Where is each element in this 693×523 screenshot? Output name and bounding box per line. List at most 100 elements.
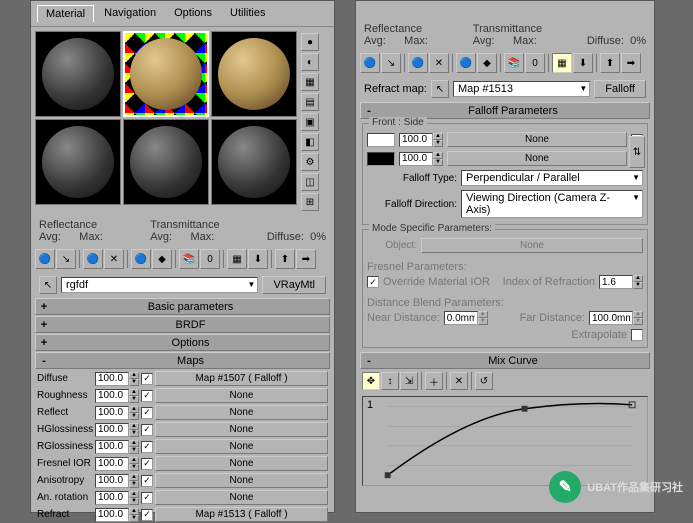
show-end-result-icon[interactable]: ⬇	[248, 249, 268, 269]
put-to-library-icon-r[interactable]: 📚	[504, 53, 524, 73]
uv-tiling-icon[interactable]: ▤	[301, 93, 319, 111]
make-copy-icon[interactable]: 🔵	[131, 249, 151, 269]
map-amount-spinner[interactable]: ▲▼	[95, 474, 139, 488]
material-id-icon[interactable]: 0	[200, 249, 220, 269]
reset-icon[interactable]: ✕	[104, 249, 124, 269]
tab-options[interactable]: Options	[166, 5, 220, 22]
map-slot-button[interactable]: None	[155, 490, 328, 505]
refract-map-dropdown[interactable]: Map #1513	[453, 81, 590, 97]
swatch-2[interactable]	[123, 31, 209, 117]
assign-icon[interactable]: 🔵	[83, 249, 103, 269]
map-enable-checkbox[interactable]: ✓	[141, 475, 153, 487]
tab-utilities[interactable]: Utilities	[222, 5, 273, 22]
preview-icon[interactable]: ◧	[301, 133, 319, 151]
material-name-dropdown[interactable]: rgfdf	[61, 277, 258, 293]
tab-material[interactable]: Material	[37, 5, 94, 22]
swap-icon[interactable]: ⇅	[629, 136, 645, 168]
map-slot-button[interactable]: None	[155, 456, 328, 471]
override-ior-checkbox[interactable]: ✓	[367, 276, 379, 288]
get-material-icon[interactable]: 🔵	[35, 249, 55, 269]
map-amount-spinner[interactable]: ▲▼	[95, 389, 139, 403]
move-icon[interactable]: ✥	[362, 372, 380, 390]
map-enable-checkbox[interactable]: ✓	[141, 424, 153, 436]
show-in-viewport-icon-r[interactable]: ▦	[552, 53, 572, 73]
amount-spinner[interactable]: ▲▼	[399, 152, 443, 166]
map-amount-spinner[interactable]: ▲▼	[95, 457, 139, 471]
swatch-3[interactable]	[211, 31, 297, 117]
map-slot-button[interactable]: None	[155, 439, 328, 454]
map-amount-spinner[interactable]: ▲▼	[95, 491, 139, 505]
front-side-row-1: ▲▼ None ✓	[367, 149, 643, 168]
falloff-type-button[interactable]: Falloff	[594, 80, 646, 98]
map-amount-spinner[interactable]: ▲▼	[95, 508, 139, 522]
video-check-icon[interactable]: ▣	[301, 113, 319, 131]
go-forward-icon-r[interactable]: ➡	[621, 53, 641, 73]
rollout-mix-curve[interactable]: -Mix Curve	[360, 352, 650, 369]
reset-curve-icon[interactable]: ↺	[475, 372, 493, 390]
background-icon[interactable]: ▦	[301, 73, 319, 91]
ior-spinner[interactable]: ▲▼	[599, 275, 643, 289]
map-slot-button[interactable]: None	[155, 405, 328, 420]
map-slot-button[interactable]: None	[155, 473, 328, 488]
swatch-1[interactable]	[35, 31, 121, 117]
reset-icon-r[interactable]: ✕	[429, 53, 449, 73]
map-slot-button[interactable]: Map #1507 ( Falloff )	[155, 371, 328, 386]
map-enable-checkbox[interactable]: ✓	[141, 373, 153, 385]
map-slot-button[interactable]: None	[447, 132, 627, 147]
map-amount-spinner[interactable]: ▲▼	[95, 372, 139, 386]
map-enable-checkbox[interactable]: ✓	[141, 492, 153, 504]
material-type-button[interactable]: VRayMtl	[262, 276, 326, 294]
show-end-result-icon-r[interactable]: ⬇	[573, 53, 593, 73]
swatch-4[interactable]	[35, 119, 121, 205]
mat-map-nav-icon[interactable]: ⊞	[301, 193, 319, 211]
pick-icon-r[interactable]: ↖	[431, 80, 449, 98]
map-slot-button[interactable]: None	[447, 151, 627, 166]
map-enable-checkbox[interactable]: ✓	[141, 458, 153, 470]
put-to-library-icon[interactable]: 📚	[179, 249, 199, 269]
material-id-icon-r[interactable]: 0	[525, 53, 545, 73]
map-enable-checkbox[interactable]: ✓	[141, 390, 153, 402]
put-to-scene-icon-r[interactable]: ↘	[381, 53, 401, 73]
map-slot-button[interactable]: None	[155, 388, 328, 403]
falloff-type-dropdown[interactable]: Perpendicular / Parallel	[461, 170, 643, 186]
make-unique-icon[interactable]: ◆	[152, 249, 172, 269]
map-enable-checkbox[interactable]: ✓	[141, 509, 153, 521]
curve-toolbar: ✥ ↕ ⇲ ＋ ✕ ↺	[356, 370, 654, 392]
get-material-icon-r[interactable]: 🔵	[360, 53, 380, 73]
show-in-viewport-icon[interactable]: ▦	[227, 249, 247, 269]
put-to-scene-icon[interactable]: ↘	[56, 249, 76, 269]
rollout-options[interactable]: +Options	[35, 334, 330, 351]
assign-icon-r[interactable]: 🔵	[408, 53, 428, 73]
sample-type-icon[interactable]: ●	[301, 33, 319, 51]
go-parent-icon[interactable]: ⬆	[275, 249, 295, 269]
color-swatch[interactable]	[367, 133, 395, 147]
map-amount-spinner[interactable]: ▲▼	[95, 423, 139, 437]
amount-spinner[interactable]: ▲▼	[399, 133, 443, 147]
backlight-icon[interactable]: ◐	[301, 53, 319, 71]
color-swatch[interactable]	[367, 152, 395, 166]
tab-navigation[interactable]: Navigation	[96, 5, 164, 22]
go-forward-icon[interactable]: ➡	[296, 249, 316, 269]
rollout-basic[interactable]: +Basic parameters	[35, 298, 330, 315]
map-slot-button[interactable]: None	[155, 422, 328, 437]
add-point-icon[interactable]: ＋	[425, 372, 443, 390]
falloff-dir-dropdown[interactable]: Viewing Direction (Camera Z-Axis)	[461, 190, 643, 218]
scale-icon[interactable]: ⇲	[400, 372, 418, 390]
map-enable-checkbox[interactable]: ✓	[141, 407, 153, 419]
pick-icon[interactable]: ↖	[39, 276, 57, 294]
make-copy-icon-r[interactable]: 🔵	[456, 53, 476, 73]
map-enable-checkbox[interactable]: ✓	[141, 441, 153, 453]
rollout-maps[interactable]: -Maps	[35, 352, 330, 369]
map-amount-spinner[interactable]: ▲▼	[95, 406, 139, 420]
go-parent-icon-r[interactable]: ⬆	[600, 53, 620, 73]
swatch-5[interactable]	[123, 119, 209, 205]
delete-point-icon[interactable]: ✕	[450, 372, 468, 390]
map-slot-button[interactable]: Map #1513 ( Falloff )	[155, 507, 328, 522]
move-v-icon[interactable]: ↕	[381, 372, 399, 390]
swatch-6[interactable]	[211, 119, 297, 205]
options-icon[interactable]: ⚙	[301, 153, 319, 171]
select-by-mat-icon[interactable]: ◫	[301, 173, 319, 191]
rollout-brdf[interactable]: +BRDF	[35, 316, 330, 333]
make-unique-icon-r[interactable]: ◆	[477, 53, 497, 73]
map-amount-spinner[interactable]: ▲▼	[95, 440, 139, 454]
